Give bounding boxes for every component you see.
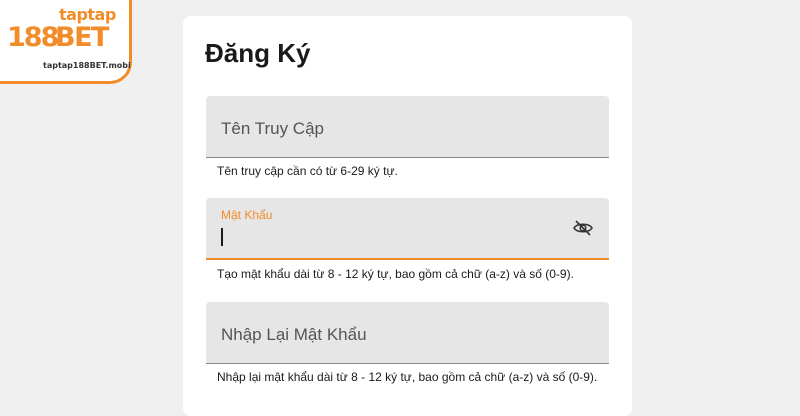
logo-brand-number: 188 <box>7 22 59 53</box>
eye-slash-icon[interactable] <box>573 219 593 237</box>
confirm-password-placeholder: Nhập Lại Mật Khẩu <box>221 325 367 344</box>
password-label: Mật Khẩu <box>221 208 273 222</box>
confirm-password-field[interactable]: Nhập Lại Mật Khẩu <box>206 302 609 364</box>
logo-url: taptap188BET.mobi <box>43 61 131 70</box>
text-cursor <box>221 228 223 246</box>
username-helper-text: Tên truy cập cần có từ 6-29 ký tự. <box>217 164 398 178</box>
password-field[interactable]: Mật Khẩu <box>206 198 609 260</box>
confirm-password-helper-text: Nhập lại mật khẩu dài từ 8 - 12 ký tự, b… <box>217 370 598 384</box>
username-field[interactable]: Tên Truy Cập <box>206 96 609 158</box>
brand-logo: taptap 188 BET taptap188BET.mobi <box>0 0 132 84</box>
logo-brand-bet: BET <box>55 22 109 53</box>
page-title: Đăng Ký <box>205 38 311 68</box>
password-helper-text: Tạo mật khẩu dài từ 8 - 12 ký tự, bao gồ… <box>217 267 574 281</box>
username-placeholder: Tên Truy Cập <box>221 119 324 138</box>
register-card: Đăng Ký Tên Truy Cập Tên truy cập cần có… <box>183 16 632 416</box>
